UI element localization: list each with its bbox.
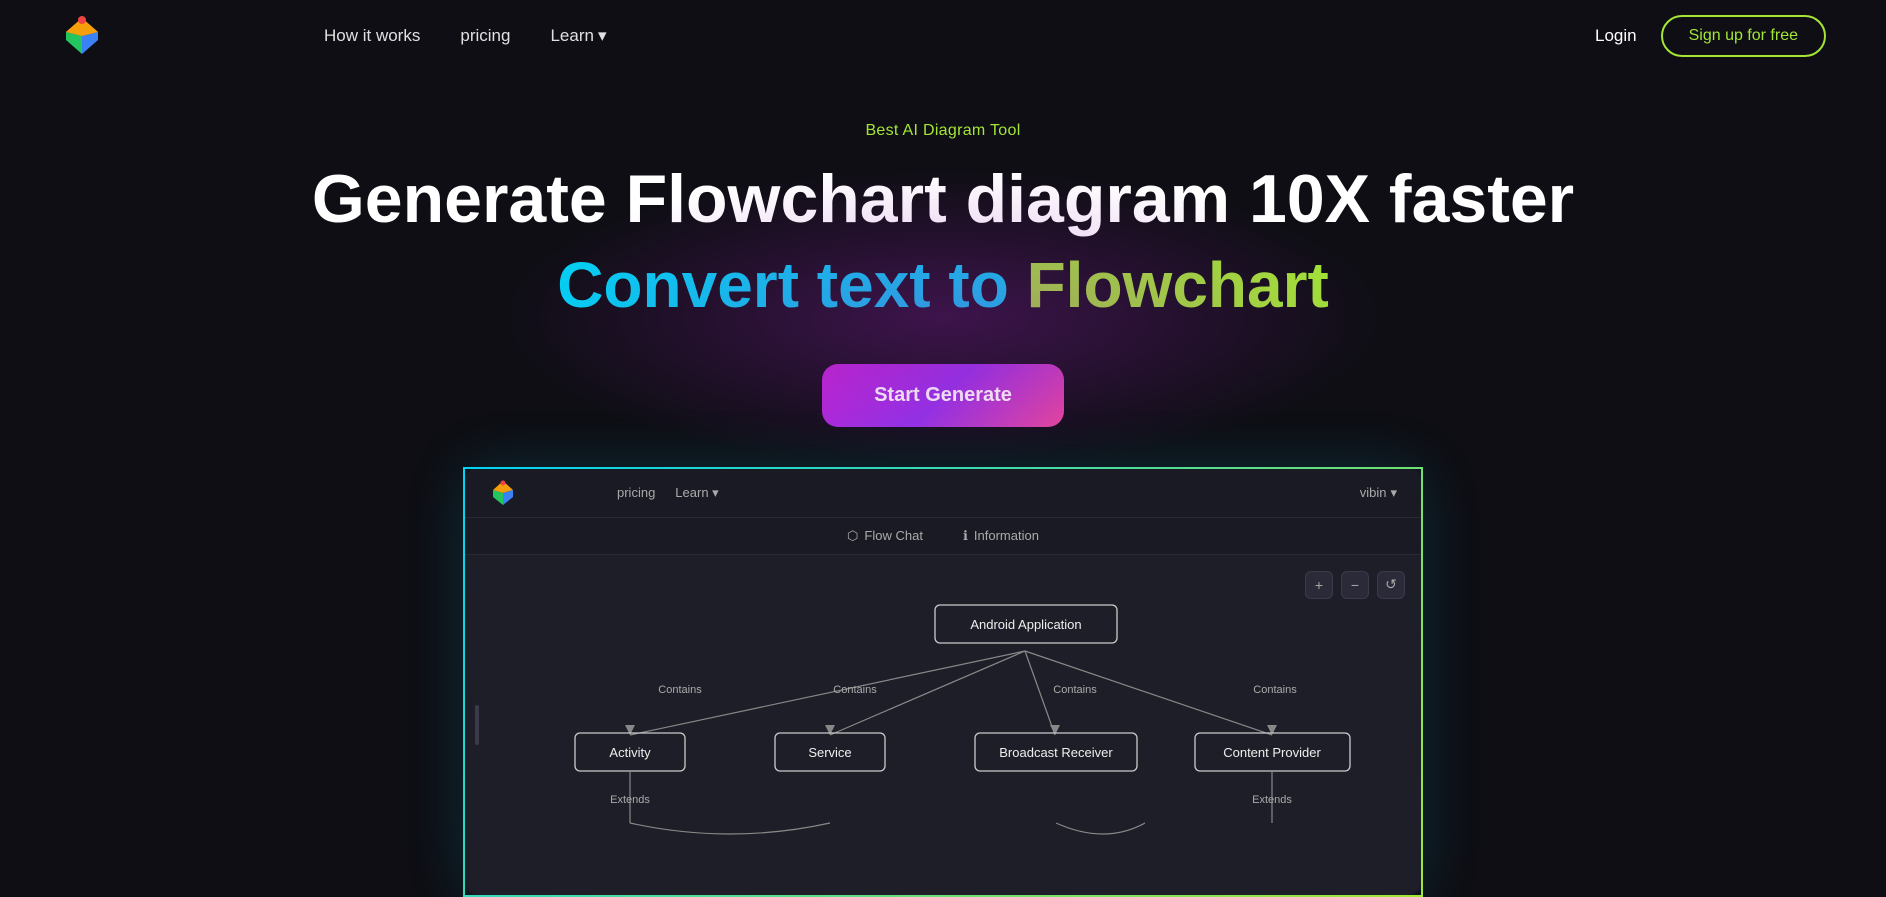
hero-section: Best AI Diagram Tool Generate Flowchart … (0, 72, 1886, 467)
resize-handle[interactable] (475, 705, 479, 745)
node-activity-label: Activity (609, 745, 651, 760)
nav-learn[interactable]: Learn ▾ (550, 26, 606, 46)
app-user-menu[interactable]: vibin ▾ (1360, 485, 1397, 501)
node-android-label: Android Application (970, 617, 1081, 632)
flow-chat-icon: ⬡ (847, 528, 858, 544)
edge-label-extends-2: Extends (1252, 794, 1292, 806)
edge-label-contains-1: Contains (658, 684, 702, 696)
nav-pricing[interactable]: pricing (460, 26, 510, 46)
node-service-label: Service (808, 745, 851, 760)
nav-links: How it works pricing Learn ▾ (324, 26, 606, 46)
app-preview-frame: pricing Learn ▾ vibin ▾ ⬡ Flow Chat ℹ In… (463, 467, 1423, 897)
start-generate-button[interactable]: Start Generate (822, 364, 1064, 427)
diagram-area: + − ↺ Contains Contains Contains (465, 555, 1421, 895)
chevron-down-icon: ▾ (598, 26, 607, 46)
app-header: pricing Learn ▾ vibin ▾ (465, 469, 1421, 518)
edge-label-extends-1: Extends (610, 794, 650, 806)
tab-flow-chat[interactable]: ⬡ Flow Chat (847, 528, 923, 544)
zoom-out-button[interactable]: − (1341, 571, 1369, 599)
nav-right: Login Sign up for free (1595, 15, 1826, 57)
signup-button[interactable]: Sign up for free (1661, 15, 1826, 57)
navigation: How it works pricing Learn ▾ Login Sign … (0, 0, 1886, 72)
node-content-label: Content Provider (1223, 745, 1321, 760)
app-tabs: ⬡ Flow Chat ℹ Information (465, 518, 1421, 555)
nav-how-it-works[interactable]: How it works (324, 26, 420, 46)
subtitle-green: Flowchart (1027, 249, 1329, 321)
app-nav-links: pricing Learn ▾ (617, 485, 719, 501)
zoom-in-button[interactable]: + (1305, 571, 1333, 599)
login-button[interactable]: Login (1595, 26, 1637, 46)
app-learn-link[interactable]: Learn ▾ (675, 485, 718, 501)
subtitle-cyan: Convert text to (557, 249, 1026, 321)
edge-label-contains-3: Contains (1053, 684, 1097, 696)
reset-button[interactable]: ↺ (1377, 571, 1405, 599)
node-broadcast-label: Broadcast Receiver (999, 745, 1113, 760)
hero-title: Generate Flowchart diagram 10X faster (20, 162, 1866, 237)
hero-subtitle: Convert text to Flowchart (20, 247, 1866, 324)
edge-label-contains-4: Contains (1253, 684, 1297, 696)
logo[interactable] (60, 14, 104, 58)
tab-information[interactable]: ℹ Information (963, 528, 1039, 544)
app-pricing-link[interactable]: pricing (617, 485, 655, 501)
diagram-controls: + − ↺ (1305, 571, 1405, 599)
hero-badge: Best AI Diagram Tool (20, 122, 1866, 140)
information-icon: ℹ (963, 528, 968, 544)
flowchart-svg: Contains Contains Contains Contains Andr… (485, 575, 1423, 855)
screenshot-section: pricing Learn ▾ vibin ▾ ⬡ Flow Chat ℹ In… (0, 467, 1886, 897)
edge-label-contains-2: Contains (833, 684, 877, 696)
